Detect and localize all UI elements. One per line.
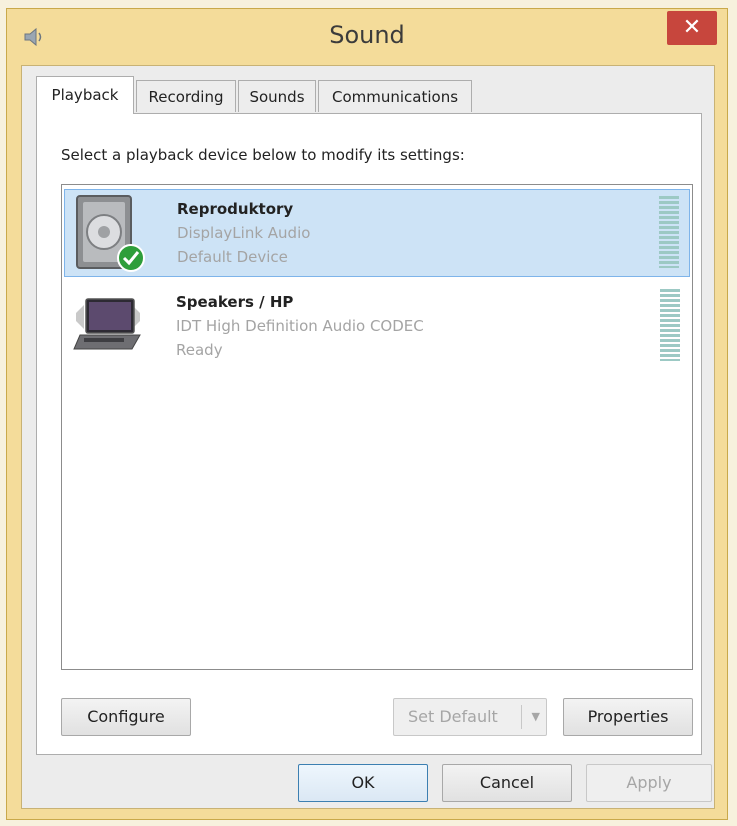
tab-recording[interactable]: Recording xyxy=(136,80,236,112)
device-item-speakers-hp[interactable]: Speakers / HP IDT High Definition Audio … xyxy=(64,283,690,371)
device-name: Speakers / HP xyxy=(176,293,294,311)
tab-communications[interactable]: Communications xyxy=(318,80,472,112)
split-divider xyxy=(521,705,522,729)
ok-button[interactable]: OK xyxy=(298,764,428,802)
dialog-client: Playback Recording Sounds Communications… xyxy=(21,65,715,809)
apply-button[interactable]: Apply xyxy=(586,764,712,802)
close-icon: ✕ xyxy=(682,15,702,40)
window-title: Sound xyxy=(329,21,405,49)
laptop-speakers-icon xyxy=(73,298,141,350)
cancel-button[interactable]: Cancel xyxy=(442,764,572,802)
close-button[interactable]: ✕ xyxy=(667,11,717,45)
device-list[interactable]: Reproduktory DisplayLink Audio Default D… xyxy=(61,184,693,670)
configure-button[interactable]: Configure xyxy=(61,698,191,736)
device-driver: DisplayLink Audio xyxy=(177,224,311,242)
device-item-reproduktory[interactable]: Reproduktory DisplayLink Audio Default D… xyxy=(64,189,690,277)
tab-playback[interactable]: Playback xyxy=(36,76,134,114)
playback-panel: Select a playback device below to modify… xyxy=(36,113,702,755)
default-check-icon xyxy=(117,244,145,272)
set-default-button[interactable]: Set Default ▼ xyxy=(393,698,547,736)
device-status: Ready xyxy=(176,341,223,359)
title-bar[interactable]: Sound ✕ xyxy=(7,9,727,63)
chevron-down-icon[interactable]: ▼ xyxy=(532,699,540,735)
speaker-icon xyxy=(76,195,145,272)
volume-meter xyxy=(659,196,679,268)
device-name: Reproduktory xyxy=(177,200,294,218)
instruction-text: Select a playback device below to modify… xyxy=(61,146,465,164)
volume-meter xyxy=(660,289,680,361)
properties-button[interactable]: Properties xyxy=(563,698,693,736)
set-default-label: Set Default xyxy=(408,707,498,726)
tab-sounds[interactable]: Sounds xyxy=(238,80,316,112)
device-status: Default Device xyxy=(177,248,288,266)
sound-window: Sound ✕ Playback Recording Sounds Commun… xyxy=(6,8,728,820)
device-driver: IDT High Definition Audio CODEC xyxy=(176,317,424,335)
